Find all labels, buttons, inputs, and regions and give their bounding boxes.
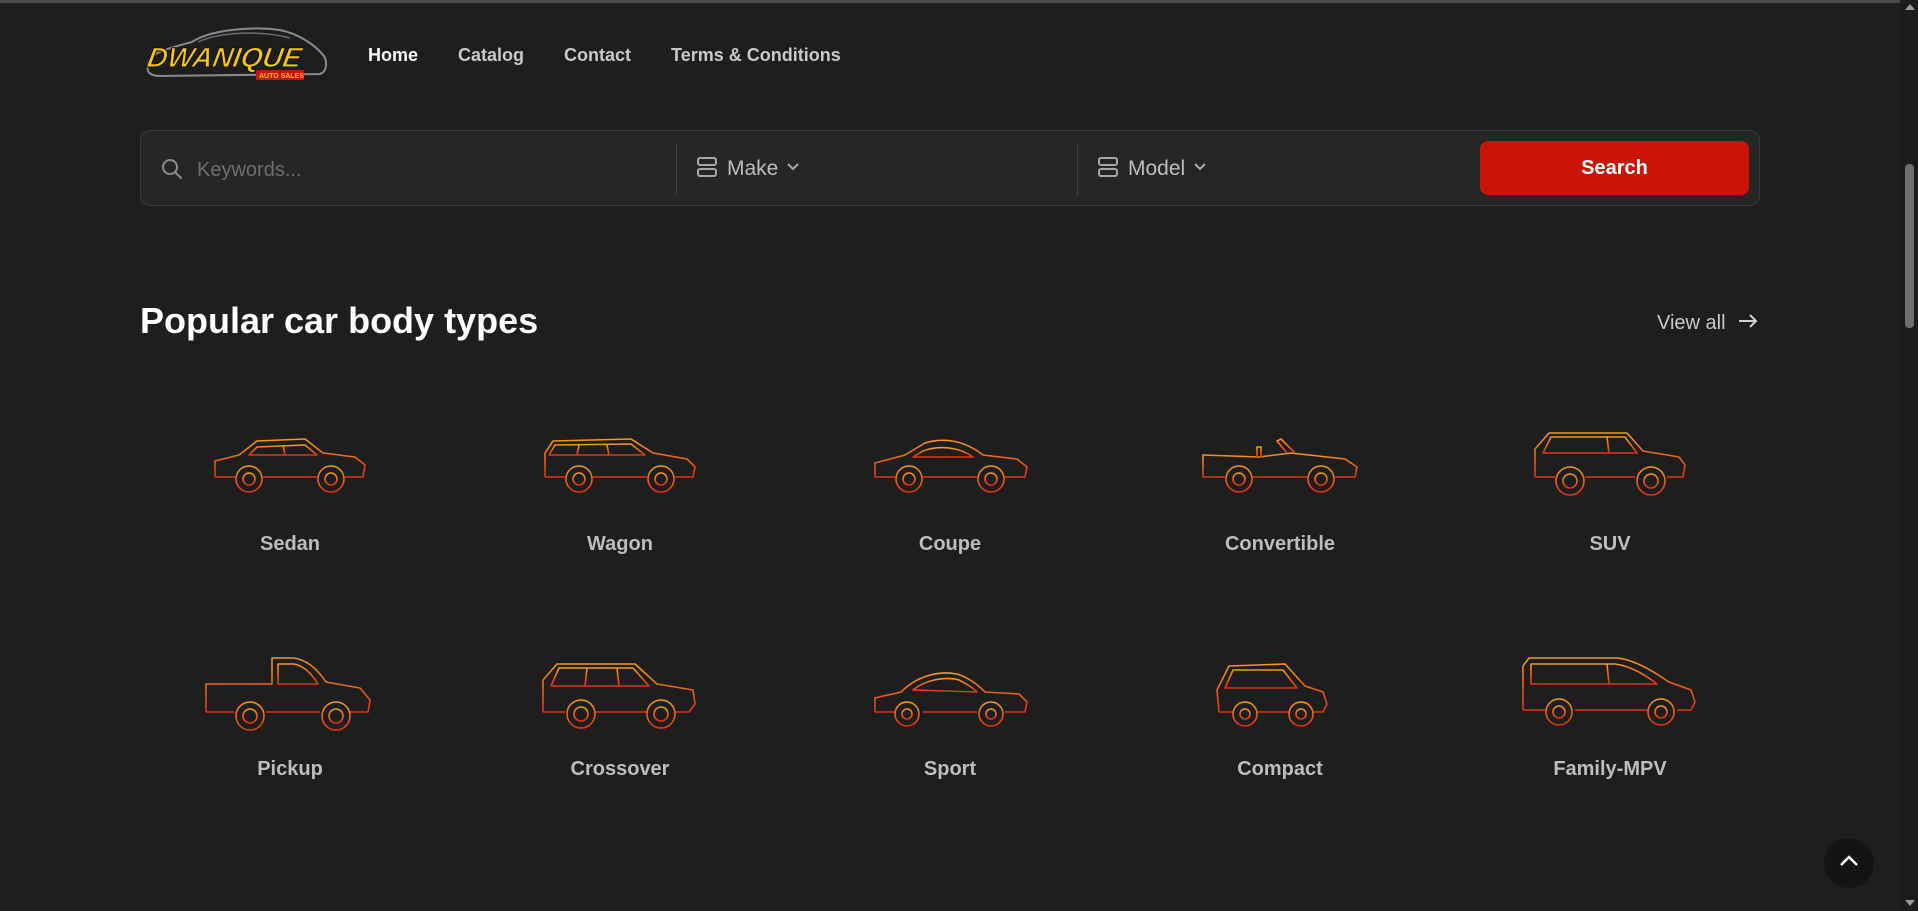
body-type-card-convertible[interactable]: Convertible — [1130, 425, 1430, 605]
scroll-up-arrow[interactable] — [1905, 4, 1915, 10]
scrollbar-thumb[interactable] — [1905, 164, 1914, 328]
back-to-top-button[interactable] — [1824, 838, 1874, 888]
search-divider — [676, 143, 677, 195]
body-type-card-wagon[interactable]: Wagon — [470, 425, 770, 605]
svg-text:DWANIQUE: DWANIQUE — [145, 41, 306, 73]
view-all-link[interactable]: View all — [1657, 312, 1758, 335]
chevron-down-icon — [786, 160, 800, 179]
body-type-card-suv[interactable]: SUV — [1460, 425, 1760, 605]
site-header: DWANIQUE AUTO SALES Home Catalog Contact… — [140, 22, 841, 88]
body-type-label: Family-MPV — [1553, 758, 1667, 780]
search-icon — [160, 157, 184, 186]
compact-icon — [1216, 663, 1328, 727]
body-type-card-crossover[interactable]: Crossover — [470, 650, 770, 830]
body-type-label: Convertible — [1224, 533, 1336, 555]
nav-contact[interactable]: Contact — [564, 45, 631, 66]
list-icon — [1097, 156, 1119, 183]
body-type-card-compact[interactable]: Compact — [1130, 650, 1430, 830]
chevron-down-icon — [1193, 160, 1207, 179]
body-type-label: SUV — [1589, 533, 1631, 555]
logo[interactable]: DWANIQUE AUTO SALES — [140, 22, 330, 88]
crossover-icon — [542, 663, 696, 729]
view-all-label: View all — [1657, 312, 1726, 334]
scrollbar[interactable] — [1900, 0, 1918, 911]
scroll-down-arrow[interactable] — [1905, 900, 1915, 906]
model-select[interactable]: Model — [1097, 151, 1207, 187]
nav-home[interactable]: Home — [368, 45, 418, 66]
chevron-up-icon — [1839, 854, 1859, 873]
search-button[interactable]: Search — [1480, 141, 1749, 195]
body-type-card-pickup[interactable]: Pickup — [140, 650, 440, 830]
suv-icon — [1534, 432, 1686, 496]
list-icon — [696, 156, 718, 183]
body-type-card-family-mpv[interactable]: Family-MPV — [1460, 650, 1760, 830]
body-type-card-sport[interactable]: Sport — [800, 650, 1100, 830]
sport-icon — [874, 672, 1028, 727]
search-bar: Make Model Search — [140, 130, 1760, 206]
family-mpv-icon — [1522, 657, 1696, 726]
pickup-icon — [205, 657, 371, 731]
body-type-label: Wagon — [587, 533, 653, 555]
body-type-label: Pickup — [257, 758, 323, 780]
nav-catalog[interactable]: Catalog — [458, 45, 524, 66]
wagon-icon — [544, 438, 696, 493]
body-type-label: Sedan — [259, 533, 321, 555]
body-type-label: Coupe — [918, 533, 982, 555]
body-type-label: Compact — [1237, 758, 1323, 780]
main-nav: Home Catalog Contact Terms & Conditions — [368, 45, 841, 66]
body-type-label: Crossover — [570, 758, 670, 780]
make-label: Make — [727, 157, 779, 180]
window-top-border — [0, 0, 1900, 3]
make-select[interactable]: Make — [696, 151, 800, 187]
svg-text:AUTO SALES: AUTO SALES — [259, 73, 304, 80]
coupe-icon — [874, 439, 1028, 493]
sedan-icon — [214, 438, 366, 493]
convertible-icon — [1202, 438, 1358, 493]
search-divider — [1077, 143, 1078, 195]
body-type-card-sedan[interactable]: Sedan — [140, 425, 440, 605]
model-label: Model — [1128, 157, 1186, 180]
section-title: Popular car body types — [140, 300, 539, 341]
body-type-label: Sport — [923, 758, 977, 780]
arrow-right-icon — [1738, 312, 1758, 335]
nav-terms[interactable]: Terms & Conditions — [671, 45, 841, 66]
body-type-card-coupe[interactable]: Coupe — [800, 425, 1100, 605]
